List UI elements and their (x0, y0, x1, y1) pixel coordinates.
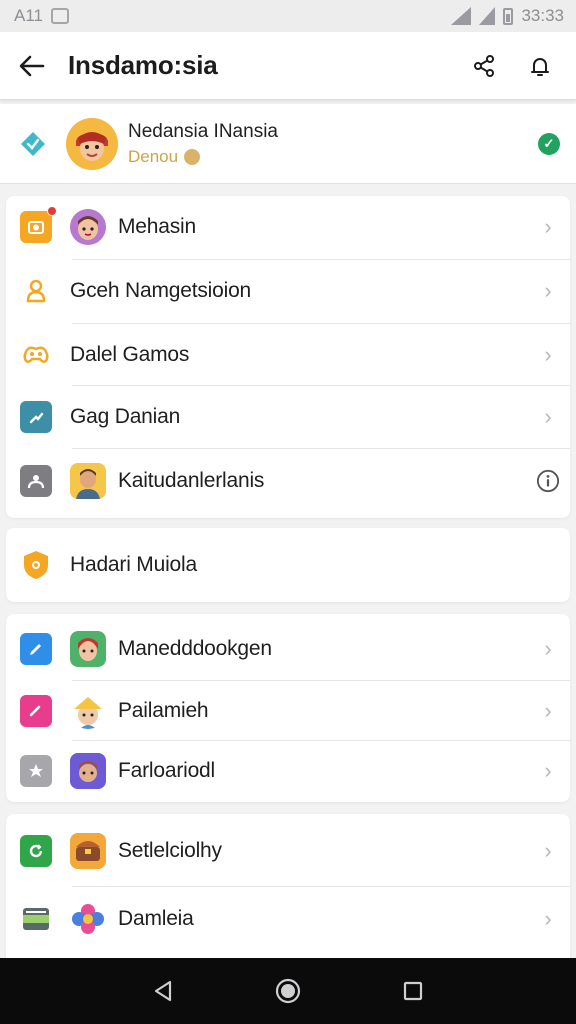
diamond-icon (16, 127, 50, 161)
settings-group-4: Setlelciolhy › Damleia › (6, 814, 570, 964)
list-item-label: Dalel Gamos (70, 343, 190, 366)
info-icon (536, 469, 560, 493)
list-item-label: Gag Danian (70, 405, 181, 428)
chevron-right-icon: › (544, 278, 552, 303)
share-button[interactable] (464, 46, 504, 86)
chest-avatar (70, 833, 106, 869)
flower-avatar (70, 901, 106, 937)
edit-icon (20, 633, 52, 665)
film-icon (20, 903, 52, 935)
chevron-right-icon: › (544, 214, 552, 239)
profile-name: Nedansia INansia (128, 120, 278, 142)
profile-subtitle-text: Denou (128, 146, 179, 166)
star-icon (20, 755, 52, 787)
notification-button[interactable] (520, 46, 560, 86)
profile-subtitle: Denou (128, 147, 538, 167)
list-item-label: Farloariodl (118, 759, 216, 782)
heart-icon (20, 695, 52, 727)
chevron-right-icon: › (544, 342, 552, 367)
hat-avatar (70, 693, 106, 729)
status-bar: A11 33:33 (0, 0, 576, 32)
gamepad-icon (20, 339, 52, 371)
page-title: Insdamo:sia (68, 50, 218, 80)
girl-avatar (70, 209, 106, 245)
list-item-dalel[interactable]: Dalel Gamos › (6, 324, 570, 386)
camera-icon (20, 206, 57, 243)
list-item-setlelciolhy[interactable]: Setlelciolhy › (6, 820, 570, 882)
list-item-hadari[interactable]: Hadari Muiola (6, 534, 570, 596)
list-item-label: Pailamieh (118, 699, 209, 722)
triangle-back-icon (154, 980, 171, 1002)
chevron-right-icon: › (544, 698, 552, 723)
list-item-label: Damleia (118, 907, 194, 930)
carrier-text: A11 (14, 6, 43, 25)
chevron-right-icon: › (544, 758, 552, 783)
list-item-label: Setlelciolhy (118, 839, 222, 862)
people-icon (20, 465, 52, 497)
status-time: 33:33 (521, 6, 564, 25)
list-item-manedd[interactable]: Manedddookgen › (6, 618, 570, 680)
list-item-damleia[interactable]: Damleia › (6, 888, 570, 950)
avatar[interactable] (66, 117, 118, 170)
list-item-label: Kaitudanlerlanis (118, 469, 265, 492)
nav-recents-button[interactable] (393, 971, 433, 1011)
chevron-right-icon: › (544, 404, 552, 429)
battery-icon (503, 7, 514, 25)
list-item-label: Mehasin (118, 215, 196, 238)
status-right: 33:33 (451, 6, 564, 26)
chart-icon (20, 401, 52, 433)
divider (72, 886, 570, 887)
divider (72, 448, 570, 449)
settings-group-3: Manedddookgen › Pailamieh › Farloariodl … (6, 614, 570, 802)
notification-icon (51, 8, 69, 24)
wifi-icon (451, 7, 472, 25)
notification-badge (47, 206, 57, 216)
person-icon (20, 275, 52, 307)
system-nav-bar (0, 958, 576, 1024)
profile-text: Nedansia INansia Denou (128, 121, 538, 167)
app-bar: Insdamo:sia (0, 32, 576, 100)
list-item-label: Manedddookgen (118, 637, 272, 660)
settings-group-1: Mehasin › Gceh Namgetsioion › Dalel Gamo… (6, 196, 570, 518)
man-avatar (70, 463, 106, 499)
info-button[interactable] (536, 468, 560, 494)
shield-icon (20, 549, 52, 581)
settings-group-2: Hadari Muiola (6, 528, 570, 602)
purple-avatar (70, 753, 106, 789)
chevron-right-icon: › (544, 838, 552, 863)
list-item-pailamieh[interactable]: Pailamieh › (6, 680, 570, 742)
list-item-label: Hadari Muiola (70, 553, 197, 576)
back-arrow-icon (19, 55, 45, 76)
list-item-farloariodl[interactable]: Farloariodl › (6, 740, 570, 802)
home-circle-icon (275, 978, 301, 1004)
list-item-gceh[interactable]: Gceh Namgetsioion › (6, 260, 570, 322)
list-item-gag[interactable]: Gag Danian › (6, 386, 570, 448)
list-item-mehasin[interactable]: Mehasin › (6, 196, 570, 258)
status-left: A11 (14, 6, 69, 26)
chevron-right-icon: › (544, 906, 552, 931)
back-button[interactable] (16, 50, 48, 82)
list-item-label: Gceh Namgetsioion (70, 279, 252, 302)
profile-row[interactable]: Nedansia INansia Denou ✓ (0, 104, 576, 184)
chevron-right-icon: › (544, 636, 552, 661)
redhair-avatar (70, 631, 106, 667)
nav-back-button[interactable] (143, 971, 183, 1011)
signal-icon (479, 7, 496, 25)
share-icon (474, 54, 494, 77)
refresh-icon (20, 835, 52, 867)
verified-icon: ✓ (538, 132, 560, 155)
nav-home-button[interactable] (268, 971, 308, 1011)
bell-icon (531, 57, 549, 76)
list-item-kaitudan[interactable]: Kaitudanlerlanis (6, 450, 570, 512)
square-recents-icon (404, 981, 423, 1001)
emoji-icon (184, 148, 201, 165)
